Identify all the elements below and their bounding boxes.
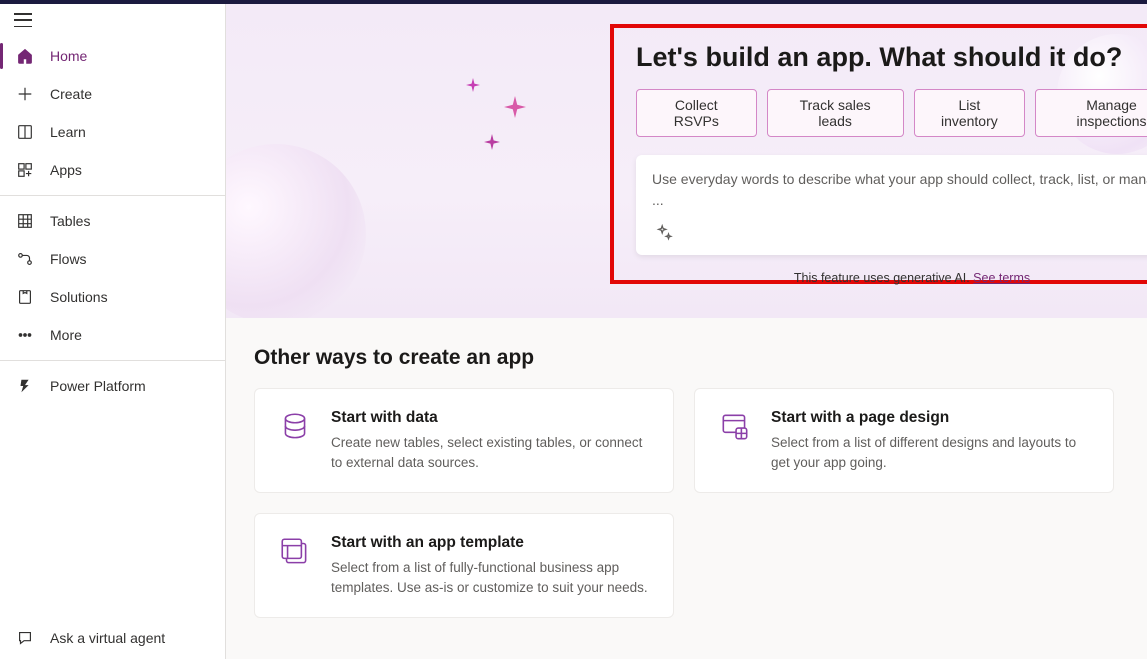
sidebar-item-flows[interactable]: Flows — [0, 240, 225, 278]
other-ways-section: Other ways to create an app Start with d… — [226, 318, 1147, 638]
card-start-with-data[interactable]: Start with data Create new tables, selec… — [254, 388, 674, 493]
card-start-with-page-design[interactable]: Start with a page design Select from a l… — [694, 388, 1114, 493]
hero-highlight-box: Let's build an app. What should it do? C… — [610, 24, 1147, 284]
sidebar-item-label: Power Platform — [50, 378, 146, 394]
power-platform-icon — [16, 377, 34, 395]
sidebar-item-label: Solutions — [50, 289, 108, 305]
card-desc: Select from a list of different designs … — [771, 433, 1091, 472]
chip-collect-rsvps[interactable]: Collect RSVPs — [636, 89, 757, 137]
ai-note-text: This feature uses generative AI. — [794, 271, 973, 285]
card-desc: Create new tables, select existing table… — [331, 433, 651, 472]
card-desc: Select from a list of fully-functional b… — [331, 558, 651, 597]
apps-icon — [16, 161, 34, 179]
hero-section: Let's build an app. What should it do? C… — [226, 4, 1147, 318]
home-icon — [16, 47, 34, 65]
sidebar-item-label: Flows — [50, 251, 87, 267]
sidebar: Home Create Learn Apps Tables — [0, 4, 226, 659]
sidebar-item-label: More — [50, 327, 82, 343]
hero-title: Let's build an app. What should it do? — [636, 42, 1147, 73]
card-title: Start with data — [331, 409, 651, 427]
chip-list-inventory[interactable]: List inventory — [914, 89, 1025, 137]
sparkle-icon — [504, 96, 526, 118]
sidebar-item-create[interactable]: Create — [0, 75, 225, 113]
sidebar-item-solutions[interactable]: Solutions — [0, 278, 225, 316]
prompt-card: Use everyday words to describe what your… — [636, 155, 1147, 255]
sidebar-item-more[interactable]: More — [0, 316, 225, 354]
sidebar-item-apps[interactable]: Apps — [0, 151, 225, 189]
sidebar-item-learn[interactable]: Learn — [0, 113, 225, 151]
hamburger-icon[interactable] — [14, 13, 32, 27]
ask-virtual-agent[interactable]: Ask a virtual agent — [0, 617, 225, 659]
ai-sparkle-icon[interactable] — [652, 221, 676, 245]
book-icon — [16, 123, 34, 141]
chat-icon — [16, 629, 34, 647]
ai-disclaimer: This feature uses generative AI. See ter… — [614, 271, 1147, 285]
sidebar-item-label: Tables — [50, 213, 90, 229]
sidebar-item-label: Create — [50, 86, 92, 102]
chip-track-sales-leads[interactable]: Track sales leads — [767, 89, 904, 137]
sidebar-item-home[interactable]: Home — [0, 37, 225, 75]
sparkle-icon — [466, 78, 480, 92]
flow-icon — [16, 250, 34, 268]
main-content: Let's build an app. What should it do? C… — [226, 4, 1147, 659]
card-start-with-template[interactable]: Start with an app template Select from a… — [254, 513, 674, 618]
sidebar-item-label: Home — [50, 48, 87, 64]
prompt-input[interactable]: Use everyday words to describe what your… — [652, 169, 1147, 211]
chip-manage-inspections[interactable]: Manage inspections — [1035, 89, 1147, 137]
plus-icon — [16, 85, 34, 103]
sidebar-item-label: Learn — [50, 124, 86, 140]
suggestion-chips: Collect RSVPs Track sales leads List inv… — [614, 89, 1147, 155]
sidebar-item-power-platform[interactable]: Power Platform — [0, 367, 225, 405]
solutions-icon — [16, 288, 34, 306]
sidebar-item-tables[interactable]: Tables — [0, 202, 225, 240]
footer-label: Ask a virtual agent — [50, 630, 165, 646]
more-icon — [16, 326, 34, 344]
template-icon — [277, 534, 313, 570]
layout-icon — [717, 409, 753, 445]
see-terms-link[interactable]: See terms — [973, 271, 1030, 285]
sidebar-item-label: Apps — [50, 162, 82, 178]
sparkle-icon — [484, 134, 500, 150]
card-title: Start with an app template — [331, 534, 651, 552]
database-icon — [277, 409, 313, 445]
table-icon — [16, 212, 34, 230]
card-title: Start with a page design — [771, 409, 1091, 427]
other-ways-title: Other ways to create an app — [254, 346, 1119, 370]
